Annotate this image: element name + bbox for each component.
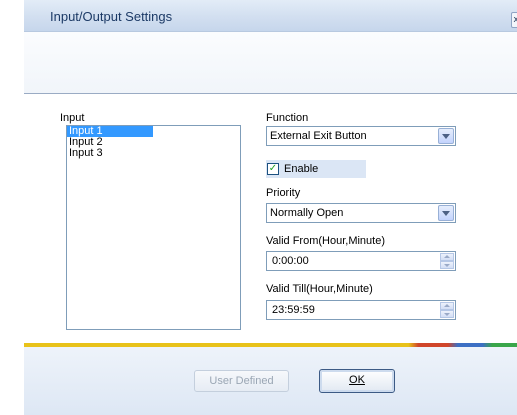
input-listbox[interactable]: Input 1 Input 2 Input 3	[66, 125, 241, 330]
valid-till-input[interactable]: 23:59:59	[266, 300, 456, 320]
valid-till-spinner[interactable]	[440, 302, 454, 318]
title-bar: Input/Output Settings x	[24, 0, 517, 32]
valid-from-input[interactable]: 0:00:00	[266, 251, 456, 271]
function-label: Function	[266, 112, 309, 124]
spin-up-icon[interactable]	[440, 253, 454, 261]
function-select[interactable]: External Exit Button	[266, 126, 456, 146]
enable-label: Enable	[284, 163, 319, 175]
spin-up-icon[interactable]	[440, 302, 454, 310]
header-band	[24, 32, 517, 94]
enable-checkbox-row[interactable]: ✓ Enable	[266, 160, 366, 178]
chevron-down-icon[interactable]	[438, 205, 454, 221]
button-bar: User Defined OK	[24, 347, 517, 415]
valid-from-label: Valid From(Hour,Minute)	[266, 235, 385, 247]
ok-button-label: OK	[349, 374, 365, 386]
window-title: Input/Output Settings	[50, 9, 173, 24]
check-icon[interactable]: ✓	[267, 163, 279, 175]
chevron-down-icon[interactable]	[438, 128, 454, 144]
function-select-value: External Exit Button	[270, 130, 367, 142]
valid-till-label: Valid Till(Hour,Minute)	[266, 283, 373, 295]
priority-select[interactable]: Normally Open	[266, 203, 456, 223]
valid-till-value: 23:59:59	[272, 304, 315, 316]
spin-down-icon[interactable]	[440, 310, 454, 318]
settings-panel: Input Input 1 Input 2 Input 3 Function E…	[24, 95, 517, 343]
spin-down-icon[interactable]	[440, 261, 454, 269]
valid-from-spinner[interactable]	[440, 253, 454, 269]
close-button[interactable]: x	[511, 12, 517, 28]
user-defined-button[interactable]: User Defined	[194, 370, 289, 392]
ok-button[interactable]: OK	[319, 369, 395, 393]
priority-label: Priority	[266, 187, 301, 199]
input-label: Input	[60, 112, 85, 124]
valid-from-value: 0:00:00	[272, 255, 309, 267]
list-item-input-3[interactable]: Input 3	[67, 148, 240, 159]
priority-select-value: Normally Open	[270, 207, 344, 219]
